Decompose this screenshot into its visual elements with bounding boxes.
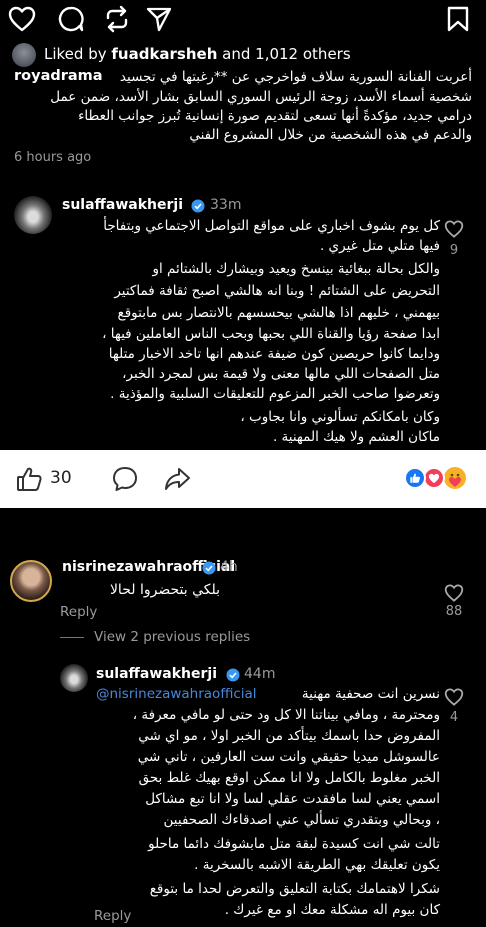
liker-avatar[interactable] (12, 43, 36, 67)
caption-line-1: أعربت الفنانة السورية سلاف فواخرجي عن **… (119, 69, 472, 85)
love-reaction-icon (423, 467, 445, 489)
reply-line: كان بيوم اله مشكلة معك او مع غيرك . (224, 902, 440, 918)
comment-line: ابدا صفحة رؤيا والقناة اللي بحبها وبحب ا… (102, 326, 440, 342)
reply-line: يكون تعليقك بهي الطريقة الاشبه بالسخرية … (194, 857, 440, 873)
comment-text: بلكي بتحضروا لحالا (109, 582, 220, 598)
reply-line: المفروض حدا باسمك بيتأكد من الخبر اولا ،… (138, 728, 440, 744)
replies-section: nisrinezawahraofficial 4h بلكي بتحضروا ل… (0, 508, 486, 927)
bookmark-icon[interactable] (444, 4, 472, 34)
reply-line: نسرين انت صحفية مهنية (301, 686, 440, 702)
like-count: 30 (50, 468, 72, 488)
commenter-username[interactable]: sulaffawakherji (62, 197, 183, 213)
comment-like-heart-icon[interactable] (442, 218, 466, 240)
comment-time: 33m (210, 197, 242, 213)
comment-line: فيها متلي متل غيري . (319, 238, 440, 254)
comment-like-count: 88 (445, 604, 463, 619)
instagram-post-section: Liked by fuadkarsheh and 1,012 others ro… (0, 0, 486, 450)
reply-line: ومحترمة ، ومافي بيناتنا الا كل ود حتى لو… (132, 707, 440, 723)
comment-line: وتعرضوا صاحب الخبر المزعوم للتعليقات الس… (110, 386, 440, 402)
reply-like-count: 4 (449, 710, 459, 725)
reply-line: تالت شي انت كسيدة لبقة متل مابشوفك دائما… (148, 836, 440, 852)
reply-mention[interactable]: @nisrinezawahraofficial (96, 686, 257, 702)
comment-bubble-icon[interactable] (110, 464, 140, 494)
liked-by-prefix: Liked by (44, 45, 112, 63)
reply-button[interactable]: Reply (60, 604, 97, 620)
comment-line: والكل بحالة ببغائية بينسخ ويعيد وبيشارك … (152, 261, 440, 277)
caption-line-2: شخصية أسماء الأسد، زوجة الرئيس السوري ال… (50, 89, 472, 105)
commenter-avatar[interactable] (10, 560, 52, 602)
comment-line: ودايما كانوا حريصين كون ضيفة عندهم انها … (108, 346, 440, 362)
repost-icon[interactable] (102, 4, 132, 34)
reply-line: عالسوشل ميديا حقيقي وانت ست العارفين ، ت… (137, 749, 440, 765)
care-reaction-icon (442, 465, 468, 491)
post-time: 6 hours ago (14, 150, 92, 165)
like-thumb-icon[interactable] (14, 464, 44, 494)
reply-username[interactable]: sulaffawakherji (96, 666, 217, 682)
verified-badge-icon (202, 561, 216, 575)
like-reaction-icon (404, 467, 426, 489)
comment-like-count: 9 (449, 243, 459, 258)
comment-line: متل الصفحات اللي مالها معنى ولا قيمة بس … (122, 366, 440, 382)
reaction-bar: 30 (0, 450, 486, 508)
comment-line: وكان بامكانكم تسألوني وانا بجاوب ، (240, 409, 440, 425)
share-arrow-icon[interactable] (162, 464, 192, 494)
reply-avatar[interactable] (60, 664, 88, 692)
liked-by-suffix[interactable]: and 1,012 others (217, 45, 350, 63)
reply-line: اسمي يعني لسا مافقدت عقلي لسا ولا انا تب… (145, 791, 440, 807)
reply-time: 44m (244, 666, 276, 682)
reply-like-heart-icon[interactable] (442, 686, 466, 708)
reply-line: الخبر مغلوط بالكامل ولا انا ممكن اوقع به… (138, 770, 440, 786)
post-author[interactable]: royadrama (14, 68, 103, 84)
share-icon[interactable] (144, 4, 174, 34)
comment-line: ماكان العشم ولا هيك المهنية . (272, 429, 440, 445)
caption-line-3: درامي جديد، مؤكدةً أنها تسعى لتقديم صورة… (78, 108, 472, 124)
reply-line: ، وبحالي وبتقدري تسألي عني اصدقاءك الصحف… (163, 812, 440, 828)
liked-by-line: Liked by fuadkarsheh and 1,012 others (44, 45, 351, 63)
liked-by-user[interactable]: fuadkarsheh (111, 45, 217, 63)
heart-icon[interactable] (6, 4, 38, 34)
comment-like-heart-icon[interactable] (442, 582, 466, 604)
reply-button[interactable]: Reply (94, 908, 131, 924)
comment-icon[interactable] (56, 4, 86, 34)
caption-line-4: والدعم في هذه الشخصية من خلال المشروع ال… (189, 127, 472, 143)
view-previous-replies[interactable]: View 2 previous replies (94, 629, 250, 645)
comment-line: كل يوم بشوف اخباري على مواقع التواصل الا… (103, 218, 440, 234)
replies-divider (60, 637, 84, 638)
comment-time: 4h (220, 559, 238, 575)
verified-badge-icon (191, 199, 205, 213)
comment-line: التحريض على الشتائم ! وبنا انه هالشي اصب… (114, 283, 440, 299)
verified-badge-icon (226, 668, 240, 682)
comment-line: بيهمني ، خليهم اذا هالشي بيحسسهم بالانتص… (117, 305, 440, 321)
reply-line: شكرا لاهتمامك بكتابة التعليق والتعرض لحد… (149, 881, 440, 897)
